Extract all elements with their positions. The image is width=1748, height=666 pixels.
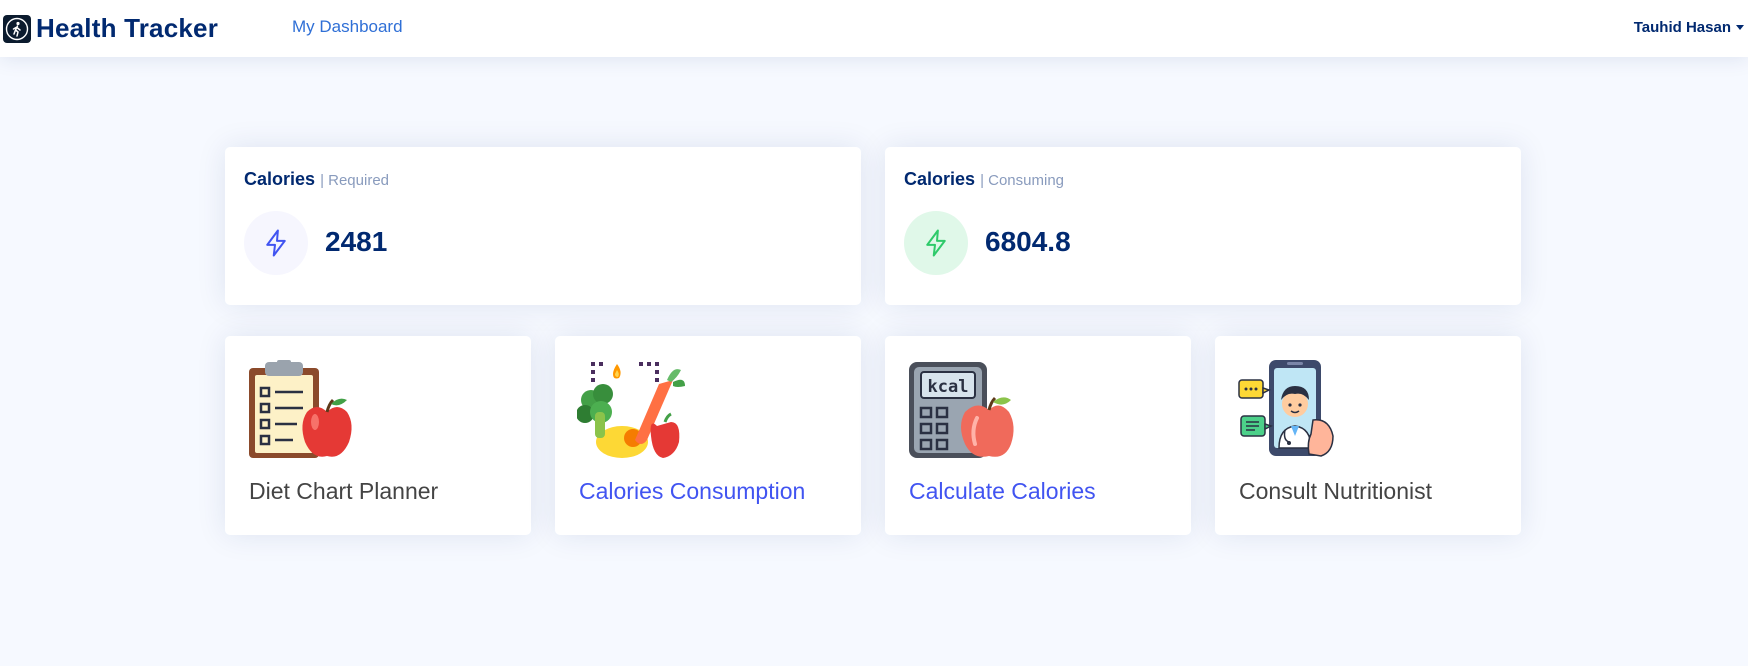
vegetables-icon [577,362,685,458]
caret-down-icon [1736,25,1744,30]
tile-label: Diet Chart Planner [249,478,439,504]
walking-person-logo-icon [3,14,31,43]
card-title: Calories | Consuming [904,169,1064,190]
calories-consuming-value: 6804.8 [985,226,1071,257]
profile-dropdown[interactable]: Tauhid Hasan [1634,19,1744,36]
lightning-icon [904,211,968,275]
calories-required-card: Calories | Required 2481 [225,147,861,305]
diet-chart-planner-card[interactable]: Diet Chart Planner [225,336,531,535]
clipboard-apple-icon [249,360,352,458]
card-title: Calories | Required [244,169,389,190]
top-navbar: Health Tracker My Dashboard Tauhid Hasan [0,0,1748,57]
lightning-icon [244,211,308,275]
tile-label: Consult Nutritionist [1239,478,1433,504]
svg-text:kcal: kcal [928,377,969,397]
card-title-text: Calories [904,169,976,189]
calories-required-value: 2481 [325,226,388,257]
tile-label[interactable]: Calculate Calories [909,478,1096,505]
card-subtitle: | Required [320,172,389,189]
kcal-calculator-icon: kcal [909,362,1014,458]
calories-consumption-card[interactable]: Calories Consumption [555,336,861,535]
brand-name: Health Tracker [36,13,219,43]
calculate-calories-card[interactable]: kcal Calculate Calories [885,336,1191,535]
card-title-text: Calories [244,169,316,189]
user-name: Tauhid Hasan [1633,19,1731,36]
doctor-phone-icon [1238,360,1334,457]
consult-nutritionist-card[interactable]: Consult Nutritionist [1215,336,1521,535]
tile-label[interactable]: Calories Consumption [579,478,805,505]
card-subtitle: | Consuming [980,172,1064,189]
my-dashboard-link[interactable]: My Dashboard [292,17,403,37]
brand[interactable]: Health Tracker [3,13,218,44]
calories-consuming-card: Calories | Consuming 6804.8 [885,147,1521,305]
